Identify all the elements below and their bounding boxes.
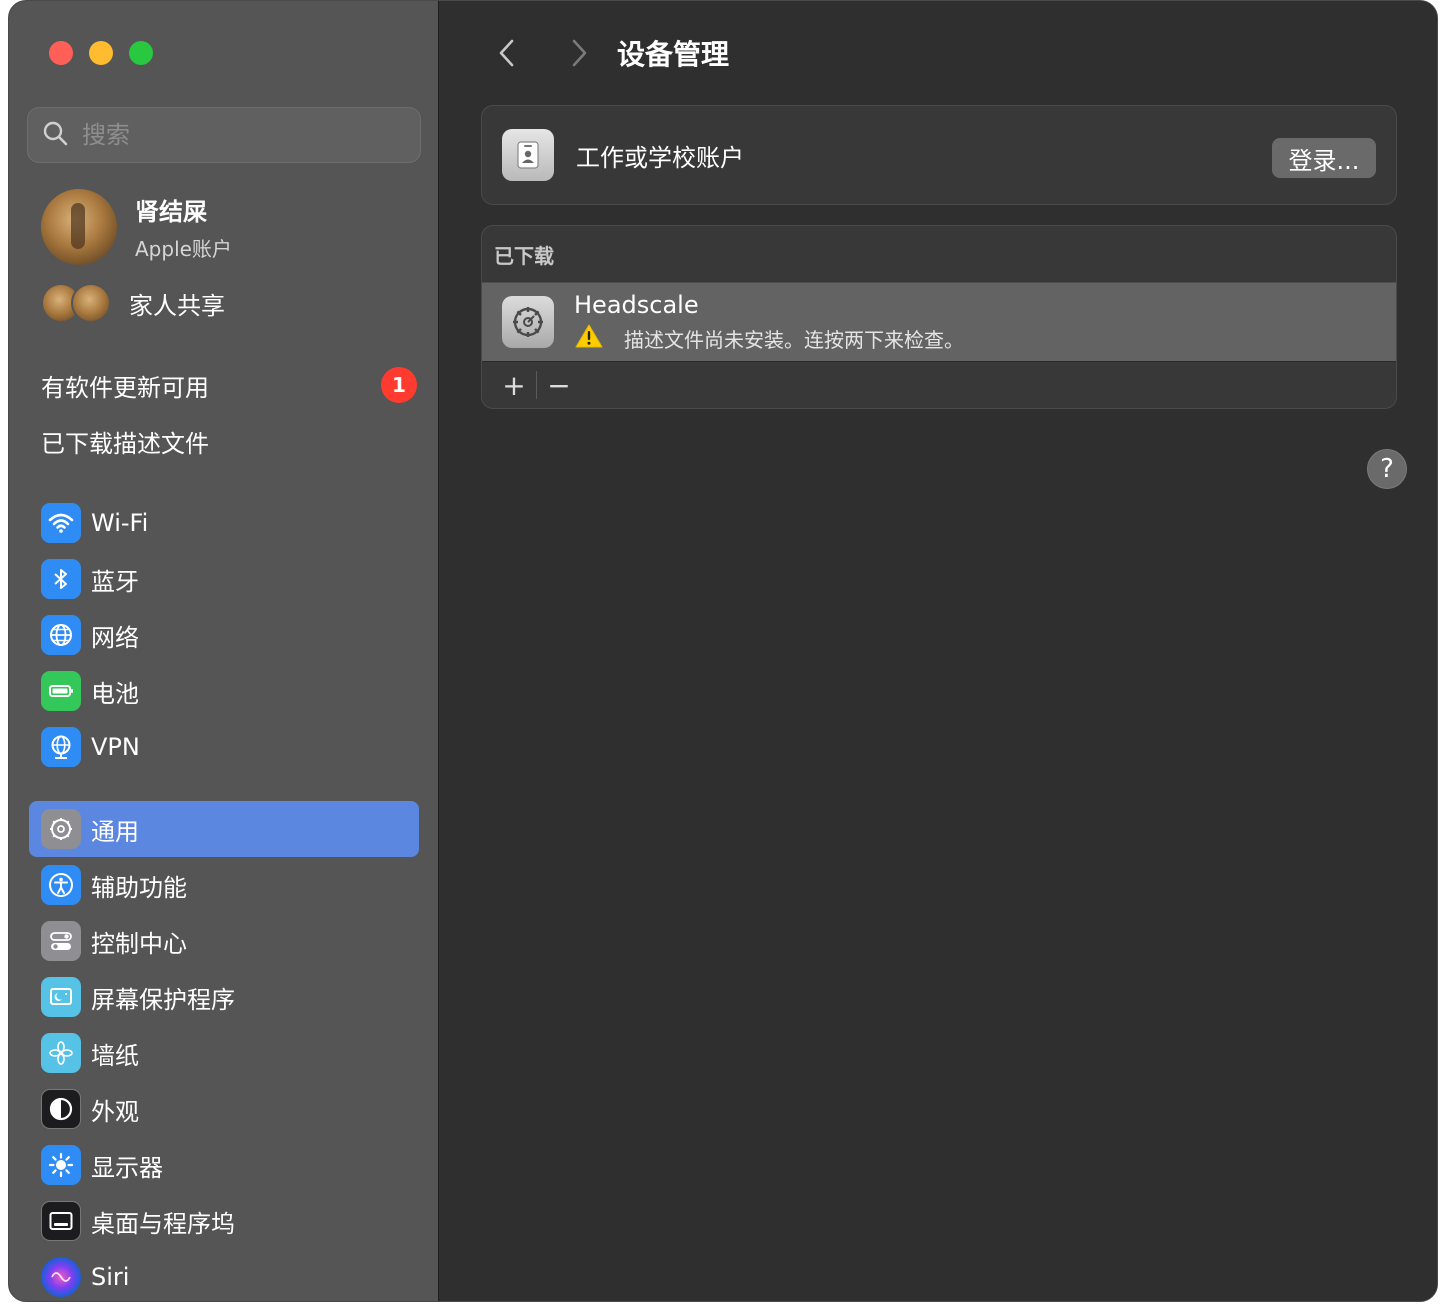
sidebar-item-vpn[interactable]: VPN xyxy=(29,719,419,775)
gear-icon xyxy=(41,809,81,849)
settings-window: 肾结屎 Apple账户 家人共享 有软件更新可用 1 已下载描述文件 Wi-Fi xyxy=(8,0,1438,1302)
sidebar-item-siri[interactable]: Siri xyxy=(29,1249,419,1301)
remove-button[interactable]: − xyxy=(537,367,581,403)
profile-name: Headscale xyxy=(574,291,699,319)
family-avatars xyxy=(41,283,113,323)
vpn-globe-icon xyxy=(41,727,81,767)
siri-icon xyxy=(41,1257,81,1297)
sidebar-item-label: 蓝牙 xyxy=(91,567,139,596)
sidebar-item-label: 通用 xyxy=(91,817,139,846)
sidebar-item-label: 屏幕保护程序 xyxy=(91,985,235,1014)
wifi-icon xyxy=(41,503,81,543)
help-button[interactable]: ? xyxy=(1367,449,1407,489)
flower-icon xyxy=(41,1033,81,1073)
account-name: 肾结屎 xyxy=(135,198,207,226)
software-update-row[interactable]: 有软件更新可用 1 xyxy=(41,361,417,409)
search-icon xyxy=(42,120,68,150)
bluetooth-icon xyxy=(41,559,81,599)
login-button[interactable]: 登录... xyxy=(1272,138,1376,178)
control-center-icon xyxy=(41,921,81,961)
update-badge: 1 xyxy=(381,367,417,403)
sidebar-item-label: 辅助功能 xyxy=(91,873,187,902)
sidebar-item-label: Wi-Fi xyxy=(91,509,149,537)
sidebar-item-label: 显示器 xyxy=(91,1153,163,1182)
section-header: 已下载 xyxy=(494,243,554,268)
window-controls xyxy=(49,41,153,65)
sidebar-item-control-center[interactable]: 控制中心 xyxy=(29,913,419,969)
family-sharing[interactable]: 家人共享 xyxy=(41,283,225,323)
sidebar: 肾结屎 Apple账户 家人共享 有软件更新可用 1 已下载描述文件 Wi-Fi xyxy=(9,1,439,1301)
page-title: 设备管理 xyxy=(617,38,730,71)
sidebar-item-label: 控制中心 xyxy=(91,929,187,958)
search-input[interactable] xyxy=(82,121,402,149)
sidebar-item-label: 网络 xyxy=(91,623,139,652)
sidebar-item-wifi[interactable]: Wi-Fi xyxy=(29,495,419,551)
zoom-button[interactable] xyxy=(129,41,153,65)
sidebar-item-displays[interactable]: 显示器 xyxy=(29,1137,419,1193)
software-update-label: 有软件更新可用 xyxy=(41,373,209,402)
sidebar-item-label: Siri xyxy=(91,1263,130,1291)
globe-icon xyxy=(41,615,81,655)
battery-icon xyxy=(41,671,81,711)
sidebar-item-label: 外观 xyxy=(91,1097,139,1126)
dock-icon xyxy=(41,1201,81,1241)
chevron-left-icon xyxy=(499,39,514,67)
main-pane: 设备管理 工作或学校账户 登录... 已下载 Headscale 描述文件尚未安… xyxy=(439,1,1437,1301)
chevron-right-icon xyxy=(572,39,587,67)
forward-button[interactable] xyxy=(559,33,599,73)
warning-icon xyxy=(574,323,604,353)
back-button[interactable] xyxy=(487,33,527,73)
list-controls: + − xyxy=(482,362,1396,408)
sidebar-item-screensaver[interactable]: 屏幕保护程序 xyxy=(29,969,419,1025)
sidebar-item-general[interactable]: 通用 xyxy=(29,801,419,857)
sidebar-item-label: VPN xyxy=(91,733,140,761)
appearance-icon xyxy=(41,1089,81,1129)
avatar xyxy=(41,189,117,265)
sidebar-item-network[interactable]: 网络 xyxy=(29,607,419,663)
close-button[interactable] xyxy=(49,41,73,65)
work-account-card: 工作或学校账户 登录... xyxy=(481,105,1397,205)
downloaded-profiles-row[interactable]: 已下载描述文件 xyxy=(41,417,417,465)
sidebar-item-label: 桌面与程序坞 xyxy=(91,1209,235,1238)
search-field[interactable] xyxy=(27,107,421,163)
downloaded-profiles-card: 已下载 Headscale 描述文件尚未安装。连按两下来检查。 + − xyxy=(481,225,1397,409)
account-subtitle: Apple账户 xyxy=(135,237,232,261)
sidebar-item-accessibility[interactable]: 辅助功能 xyxy=(29,857,419,913)
sidebar-item-appearance[interactable]: 外观 xyxy=(29,1081,419,1137)
gear-icon xyxy=(502,296,554,348)
screensaver-icon xyxy=(41,977,81,1017)
sidebar-item-label: 电池 xyxy=(91,679,139,708)
accessibility-icon xyxy=(41,865,81,905)
add-button[interactable]: + xyxy=(492,367,536,403)
work-account-label: 工作或学校账户 xyxy=(576,143,744,172)
profile-status: 描述文件尚未安装。连按两下来检查。 xyxy=(624,327,964,352)
sidebar-item-desktop-dock[interactable]: 桌面与程序坞 xyxy=(29,1193,419,1249)
sidebar-item-battery[interactable]: 电池 xyxy=(29,663,419,719)
profile-row[interactable]: Headscale 描述文件尚未安装。连按两下来检查。 xyxy=(482,282,1396,362)
sidebar-item-bluetooth[interactable]: 蓝牙 xyxy=(29,551,419,607)
sidebar-item-label: 墙纸 xyxy=(91,1041,139,1070)
family-label: 家人共享 xyxy=(129,291,225,320)
sun-icon xyxy=(41,1145,81,1185)
minimize-button[interactable] xyxy=(89,41,113,65)
downloaded-profiles-label: 已下载描述文件 xyxy=(41,429,209,458)
sidebar-item-wallpaper[interactable]: 墙纸 xyxy=(29,1025,419,1081)
id-card-icon xyxy=(502,129,554,181)
apple-account[interactable]: 肾结屎 Apple账户 xyxy=(41,189,232,265)
